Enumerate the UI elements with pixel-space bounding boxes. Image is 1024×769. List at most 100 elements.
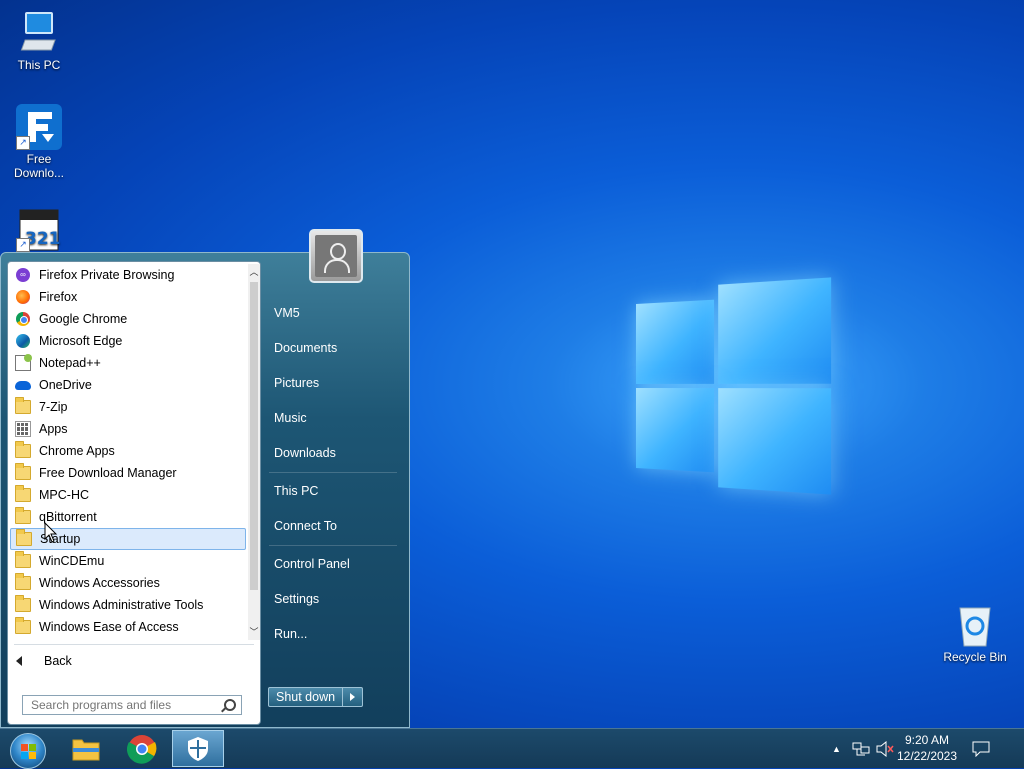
program-label: WinCDEmu xyxy=(39,554,105,568)
program-label: Windows Administrative Tools xyxy=(39,598,204,612)
program-item[interactable]: Firefox xyxy=(10,286,246,308)
taskbar: ▲ 9:20 AM 12/22/2023 xyxy=(0,728,1024,769)
onedrive-icon xyxy=(15,377,31,393)
notepadpp-icon xyxy=(15,354,32,371)
start-menu: ∞ Firefox Private Browsing Firefox Google C… xyxy=(0,229,410,728)
program-item[interactable]: Windows Accessories xyxy=(10,572,246,594)
all-programs-list: ∞ Firefox Private Browsing Firefox Google C… xyxy=(10,264,246,640)
search-icon[interactable] xyxy=(224,699,236,711)
right-item-control-panel[interactable]: Control Panel xyxy=(274,557,350,571)
program-item[interactable]: MPC-HC xyxy=(10,484,246,506)
action-center[interactable] xyxy=(972,729,990,769)
program-item[interactable]: Apps xyxy=(10,418,246,440)
right-item-user[interactable]: VM5 xyxy=(274,306,300,320)
network-icon xyxy=(852,742,870,756)
scroll-down-arrow-icon[interactable]: ﹀ xyxy=(248,624,260,640)
taskbar-chrome[interactable] xyxy=(116,730,168,767)
chevron-up-icon: ▲ xyxy=(832,744,841,754)
right-item-connect-to[interactable]: Connect To xyxy=(274,519,337,533)
program-item[interactable]: Chrome Apps xyxy=(10,440,246,462)
taskbar-windows-security[interactable] xyxy=(172,730,224,767)
program-label: MPC-HC xyxy=(39,488,89,502)
desktop-icon-this-pc[interactable]: This PC xyxy=(1,10,77,72)
network-tray[interactable] xyxy=(852,729,870,769)
back-label: Back xyxy=(44,654,72,668)
desktop-icon-label: Recycle Bin xyxy=(943,650,1007,664)
program-item[interactable]: Free Download Manager xyxy=(10,462,246,484)
program-label: Microsoft Edge xyxy=(39,334,123,348)
firefox-icon xyxy=(15,289,31,305)
mpc-hc-icon: 321 ↗ xyxy=(16,206,62,252)
program-item[interactable]: Microsoft Edge xyxy=(10,330,246,352)
desktop-icon-label: Free Downlo... xyxy=(13,152,65,180)
folder-icon xyxy=(15,573,31,591)
notification-icon xyxy=(972,741,990,757)
right-item-run[interactable]: Run... xyxy=(274,627,307,641)
program-item[interactable]: OneDrive xyxy=(10,374,246,396)
search-input[interactable] xyxy=(31,698,211,712)
folder-icon xyxy=(15,397,31,415)
program-item[interactable]: 7-Zip xyxy=(10,396,246,418)
programs-pane: ∞ Firefox Private Browsing Firefox Google C… xyxy=(7,261,261,725)
program-label: Firefox Private Browsing xyxy=(39,268,175,282)
right-item-documents[interactable]: Documents xyxy=(274,341,337,355)
folder-icon xyxy=(15,507,31,525)
edge-icon xyxy=(15,333,31,349)
desktop-icon-recycle-bin[interactable]: Recycle Bin xyxy=(937,602,1013,664)
right-item-settings[interactable]: Settings xyxy=(274,592,319,606)
taskbar-file-explorer[interactable] xyxy=(60,730,112,767)
program-label: 7-Zip xyxy=(39,400,68,414)
program-label: Notepad++ xyxy=(39,356,101,370)
clock-time: 9:20 AM xyxy=(904,733,950,747)
folder-icon xyxy=(15,441,31,459)
program-item[interactable]: Windows Ease of Access xyxy=(10,616,246,638)
right-item-pictures[interactable]: Pictures xyxy=(274,376,319,390)
shutdown-options-arrow-icon[interactable] xyxy=(343,687,364,707)
desktop-icon-free-download-manager[interactable]: ↗ Free Downlo... xyxy=(1,104,77,180)
folder-icon xyxy=(15,617,31,635)
apps-icon xyxy=(15,421,31,437)
program-label: Windows Accessories xyxy=(39,576,160,590)
programs-scrollbar[interactable]: ︿ ﹀ xyxy=(248,264,260,640)
start-button[interactable] xyxy=(6,731,46,769)
desktop-icon-mpc-hc[interactable]: 321 ↗ xyxy=(1,206,77,254)
divider xyxy=(14,644,254,645)
search-box[interactable] xyxy=(22,695,242,715)
chrome-icon xyxy=(15,311,31,327)
program-item[interactable]: Notepad++ xyxy=(10,352,246,374)
right-item-downloads[interactable]: Downloads xyxy=(274,446,336,460)
user-avatar[interactable] xyxy=(309,229,363,283)
program-label: Firefox xyxy=(39,290,78,304)
program-label: Free Download Manager xyxy=(39,466,177,480)
computer-icon xyxy=(16,10,62,56)
back-arrow-icon xyxy=(16,656,22,666)
right-item-music[interactable]: Music xyxy=(274,411,307,425)
program-item[interactable]: WinCDEmu xyxy=(10,550,246,572)
firefox-private-icon: ∞ xyxy=(15,267,31,283)
free-download-manager-icon: ↗ xyxy=(16,104,62,150)
folder-icon xyxy=(16,529,32,547)
folder-icon xyxy=(15,463,31,481)
shutdown-button[interactable]: Shut down xyxy=(268,687,344,707)
program-label: OneDrive xyxy=(39,378,92,392)
scroll-up-arrow-icon[interactable]: ︿ xyxy=(248,264,260,280)
svg-text:321: 321 xyxy=(25,229,61,249)
folder-icon xyxy=(15,551,31,569)
clock-date: 12/22/2023 xyxy=(896,749,958,763)
show-hidden-icons[interactable]: ▲ xyxy=(832,729,841,769)
desktop-icon-label: This PC xyxy=(17,58,61,72)
divider xyxy=(269,472,397,473)
recycle-bin-icon xyxy=(952,602,998,648)
scrollbar-thumb[interactable] xyxy=(250,282,258,590)
taskbar-clock[interactable]: 9:20 AM 12/22/2023 xyxy=(892,732,962,764)
shutdown-group: Shut down xyxy=(268,687,364,707)
right-item-this-pc[interactable]: This PC xyxy=(274,484,318,498)
program-item[interactable]: ∞ Firefox Private Browsing xyxy=(10,264,246,286)
program-item[interactable]: Google Chrome xyxy=(10,308,246,330)
file-explorer-icon xyxy=(72,739,100,760)
back-button[interactable]: Back xyxy=(16,650,72,672)
program-label: Windows Ease of Access xyxy=(39,620,179,634)
program-label: Chrome Apps xyxy=(39,444,115,458)
program-label: Google Chrome xyxy=(39,312,128,326)
program-item[interactable]: Windows Administrative Tools xyxy=(10,594,246,616)
